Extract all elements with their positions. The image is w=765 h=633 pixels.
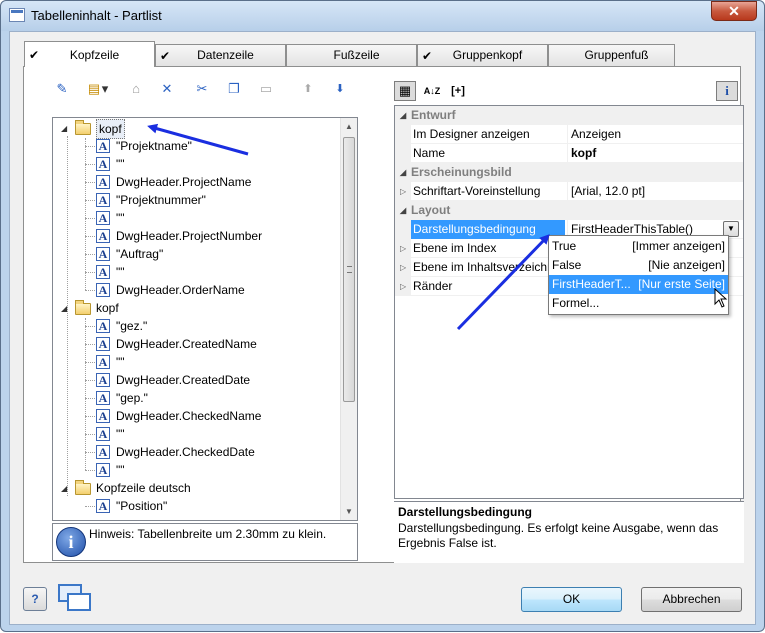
arrow-to-tree-kopf xyxy=(147,123,249,156)
arrow-to-dropdown xyxy=(456,234,550,331)
dialog-window: Tabelleninhalt - Partlist ✕ ✔ Kopfzeile … xyxy=(0,0,765,632)
annotation-arrows xyxy=(147,123,550,331)
